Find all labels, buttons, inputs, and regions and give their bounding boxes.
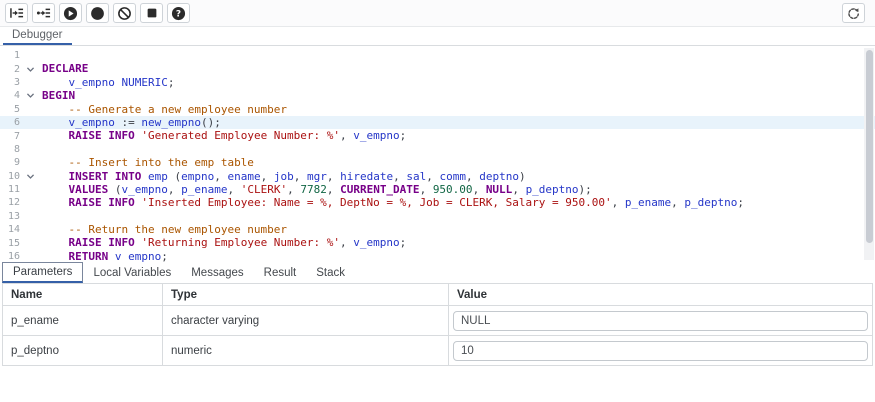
code-line-text[interactable]: v_empno := new_empno(); (38, 116, 221, 129)
param-value-input[interactable] (453, 311, 868, 331)
editor-scrollbar[interactable] (864, 48, 874, 260)
tab-parameters[interactable]: Parameters (2, 262, 83, 283)
continue-icon (63, 6, 78, 21)
tab-messages[interactable]: Messages (181, 262, 253, 283)
code-line: 3 v_empno NUMERIC; (0, 76, 875, 89)
line-number[interactable]: 7 (0, 131, 22, 142)
code-line: 4 BEGIN (0, 89, 875, 102)
tab-result[interactable]: Result (254, 262, 307, 283)
debugger-panel-tabs: ParametersLocal VariablesMessagesResultS… (0, 262, 875, 283)
line-number[interactable]: 16 (0, 251, 22, 262)
toggle-breakpoint-icon (90, 6, 105, 21)
reset-button[interactable] (842, 3, 865, 23)
tab-debugger[interactable]: Debugger (3, 27, 72, 45)
code-line: 16 RETURN v_empno; (0, 250, 875, 262)
toggle-breakpoint-button[interactable] (86, 3, 109, 23)
help-icon: ? (171, 6, 186, 21)
step-into-button[interactable] (5, 3, 28, 23)
editor-scrollbar-thumb[interactable] (866, 50, 873, 243)
code-line-text[interactable]: DECLARE (38, 62, 88, 75)
code-line-text[interactable]: BEGIN (38, 89, 75, 102)
line-number[interactable]: 2 (0, 64, 22, 75)
help-button[interactable]: ? (167, 3, 190, 23)
code-line: 5 -- Generate a new employee number (0, 103, 875, 116)
line-number[interactable]: 14 (0, 224, 22, 235)
column-header-name: Name (3, 284, 163, 306)
clear-breakpoints-button[interactable] (113, 3, 136, 23)
step-into-icon (9, 6, 24, 20)
tab-debugger-label: Debugger (12, 29, 63, 41)
line-number[interactable]: 9 (0, 157, 22, 168)
code-line: 6 v_empno := new_empno(); (0, 116, 875, 129)
line-number[interactable]: 8 (0, 144, 22, 155)
code-line: 14 -- Return the new employee number (0, 223, 875, 236)
code-line-text[interactable]: INSERT INTO emp (empno, ename, job, mgr,… (38, 170, 526, 183)
stop-icon (145, 6, 159, 20)
code-line-text[interactable]: RAISE INFO 'Generated Employee Number: %… (38, 129, 406, 142)
code-line: 10 INSERT INTO emp (empno, ename, job, m… (0, 170, 875, 183)
tab-local-variables[interactable]: Local Variables (83, 262, 181, 283)
reset-icon (846, 6, 861, 21)
line-number[interactable]: 15 (0, 238, 22, 249)
line-number[interactable]: 11 (0, 184, 22, 195)
param-value-input[interactable] (453, 341, 868, 361)
param-name-cell: p_ename (3, 306, 163, 336)
param-type-cell: numeric (163, 336, 449, 366)
step-over-button[interactable] (32, 3, 55, 23)
line-number[interactable]: 12 (0, 197, 22, 208)
code-line-text[interactable]: v_empno NUMERIC; (38, 76, 174, 89)
stop-button[interactable] (140, 3, 163, 23)
code-editor[interactable]: 12DECLARE3 v_empno NUMERIC;4BEGIN5 -- Ge… (0, 46, 875, 262)
line-number[interactable]: 10 (0, 171, 22, 182)
code-line: 2 DECLARE (0, 62, 875, 75)
fold-chevron-icon[interactable] (22, 172, 38, 181)
code-line-text[interactable]: RAISE INFO 'Inserted Employee: Name = %,… (38, 196, 744, 209)
parameters-panel: NameTypeValue p_enamecharacter varyingp_… (0, 283, 875, 402)
line-number[interactable]: 3 (0, 77, 22, 88)
code-line: 12 RAISE INFO 'Inserted Employee: Name =… (0, 196, 875, 209)
code-line-text[interactable]: -- Insert into the emp table (38, 156, 254, 169)
code-line-text[interactable]: RETURN v_empno; (38, 250, 168, 262)
line-number[interactable]: 6 (0, 117, 22, 128)
code-line-text[interactable]: -- Return the new employee number (38, 223, 287, 236)
code-line-text[interactable]: VALUES (v_empno, p_ename, 'CLERK', 7782,… (38, 183, 592, 196)
code-line-text[interactable]: -- Generate a new employee number (38, 103, 287, 116)
param-name-cell: p_deptno (3, 336, 163, 366)
param-type-cell: character varying (163, 306, 449, 336)
line-number[interactable]: 5 (0, 104, 22, 115)
code-line: 15 RAISE INFO 'Returning Employee Number… (0, 236, 875, 249)
debugger-controls: ? (5, 3, 194, 23)
debugger-toolbar: ? (0, 0, 875, 27)
table-row: p_enamecharacter varying (3, 306, 873, 336)
continue-button[interactable] (59, 3, 82, 23)
code-line: 8 (0, 143, 875, 156)
param-value-cell (449, 306, 873, 336)
code-line: 13 (0, 210, 875, 223)
clear-breakpoints-icon (117, 6, 132, 21)
document-tab-bar: Debugger (0, 27, 875, 46)
code-line: 11 VALUES (v_empno, p_ename, 'CLERK', 77… (0, 183, 875, 196)
svg-text:?: ? (176, 9, 181, 19)
step-over-icon (36, 6, 51, 20)
param-value-cell (449, 336, 873, 366)
line-number[interactable]: 13 (0, 211, 22, 222)
line-number[interactable]: 4 (0, 90, 22, 101)
fold-chevron-icon[interactable] (22, 91, 38, 100)
column-header-type: Type (163, 284, 449, 306)
code-line-text[interactable]: RAISE INFO 'Returning Employee Number: %… (38, 236, 406, 249)
code-lines: 12DECLARE3 v_empno NUMERIC;4BEGIN5 -- Ge… (0, 49, 875, 262)
column-header-value: Value (449, 284, 873, 306)
table-row: p_deptnonumeric (3, 336, 873, 366)
code-line: 9 -- Insert into the emp table (0, 156, 875, 169)
debugger-window: ? Debugger 12DECLARE3 v_empno NUMERIC;4B… (0, 0, 875, 402)
code-line: 7 RAISE INFO 'Generated Employee Number:… (0, 129, 875, 142)
code-line: 1 (0, 49, 875, 62)
fold-chevron-icon[interactable] (22, 65, 38, 74)
tab-stack[interactable]: Stack (306, 262, 355, 283)
line-number[interactable]: 1 (0, 50, 22, 61)
parameters-table: NameTypeValue p_enamecharacter varyingp_… (2, 283, 873, 366)
